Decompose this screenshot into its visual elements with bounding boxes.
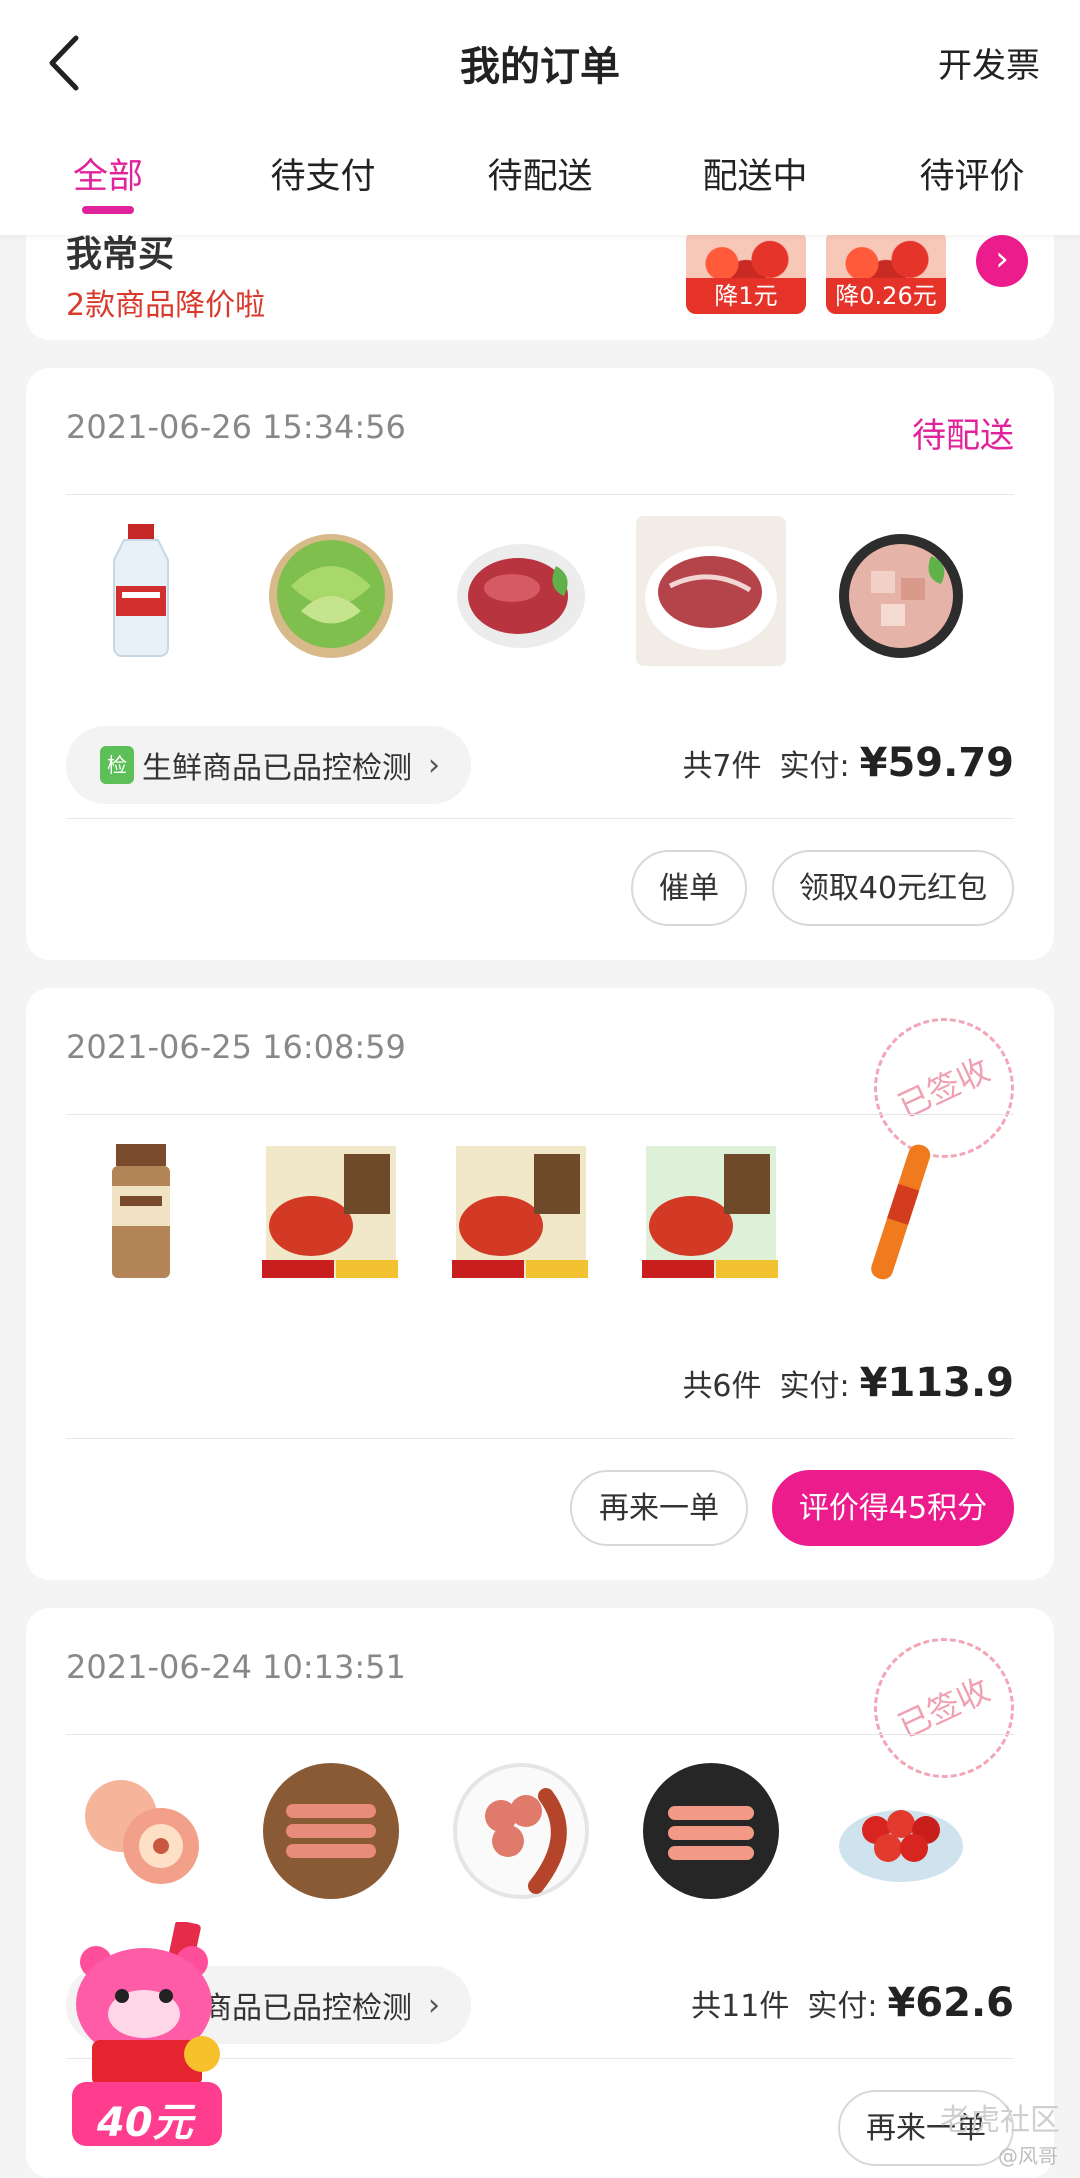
promo-product-tomato-2[interactable]: 降0.26元: [826, 230, 946, 314]
page-title: 我的订单: [460, 44, 620, 90]
top-bar: 我的订单 开发票 全部 待支付 待配送 配送中 待评价: [0, 0, 1080, 235]
paid-label: 实付:: [807, 1989, 878, 2024]
product-pork-cubes: [826, 516, 976, 666]
price-drop-badge: 降1元: [686, 278, 806, 314]
tab-pending-review[interactable]: 待评价: [872, 148, 1072, 199]
tab-active-indicator: [82, 206, 134, 214]
coupon-amount: 40元: [97, 2100, 193, 2146]
product-sliced-sausage: [446, 1756, 596, 1906]
tab-delivering[interactable]: 配送中: [655, 148, 855, 199]
product-lettuce: [256, 516, 406, 666]
order-card[interactable]: 2021-06-25 16:08:59 已签收 共6件 实付: ¥113.9 再…: [26, 988, 1054, 1580]
divider: [66, 1734, 1014, 1735]
tab-all[interactable]: 全部: [8, 148, 208, 214]
product-seasoning-jar: [66, 1136, 216, 1286]
order-date: 2021-06-26 15:34:56: [66, 408, 406, 446]
product-sausages-board: [256, 1756, 406, 1906]
paid-amount: ¥62.6: [887, 1980, 1014, 2026]
divider: [66, 1438, 1014, 1439]
tab-label: 全部: [72, 157, 143, 197]
chevron-right-icon: ›: [428, 1987, 440, 2023]
chevron-right-icon[interactable]: ›: [976, 235, 1028, 287]
chevron-right-icon: ›: [428, 747, 440, 783]
item-count: 共7件: [682, 749, 762, 784]
watermark-text: 老虎社区: [940, 2103, 1060, 2138]
product-cherry-tomatoes: [826, 1756, 976, 1906]
item-count: 共11件: [691, 1989, 790, 2024]
review-for-points-button[interactable]: 评价得45积分: [772, 1470, 1014, 1546]
product-beef-slices: [446, 516, 596, 666]
floating-coupon-mascot[interactable]: 40元: [52, 1920, 252, 2162]
product-thumbnails[interactable]: [66, 1136, 1014, 1306]
order-card[interactable]: 2021-06-26 15:34:56 待配送 检 生鲜商品已品控检测 › 共7…: [26, 368, 1054, 960]
price-drop-badge: 降0.26元: [826, 278, 946, 314]
product-crayfish-box: [636, 1136, 786, 1286]
promo-subtitle: 2款商品降价啦: [66, 288, 266, 323]
tab-label: 待评价: [919, 157, 1025, 197]
quality-check-badge[interactable]: 检 生鲜商品已品控检测 ›: [66, 726, 471, 804]
product-thumbnails[interactable]: [66, 1756, 1014, 1926]
paid-label: 实付:: [779, 749, 850, 784]
quality-check-icon: 检: [100, 746, 134, 784]
promo-product-tomato[interactable]: 降1元: [686, 230, 806, 314]
order-summary: 共11件 实付: ¥62.6: [691, 1980, 1014, 2026]
tab-pending-payment[interactable]: 待支付: [223, 148, 423, 199]
invoice-button[interactable]: 开发票: [938, 38, 1040, 87]
watermark-author: @风哥: [998, 2144, 1058, 2168]
tab-label: 配送中: [702, 157, 808, 197]
product-thumbnails[interactable]: [66, 516, 1014, 686]
divider: [66, 1114, 1014, 1115]
paid-label: 实付:: [779, 1369, 850, 1404]
product-peaches: [66, 1756, 216, 1906]
product-crayfish-box: [446, 1136, 596, 1286]
order-summary: 共6件 实付: ¥113.9: [682, 1360, 1014, 1406]
item-count: 共6件: [682, 1369, 762, 1404]
order-status: 待配送: [912, 416, 1014, 456]
tab-label: 待支付: [270, 157, 376, 197]
divider: [66, 494, 1014, 495]
divider: [66, 818, 1014, 819]
order-tabs: 全部 待支付 待配送 配送中 待评价: [0, 148, 1080, 228]
product-sausages-plate: [636, 1756, 786, 1906]
order-date: 2021-06-24 10:13:51: [66, 1648, 406, 1686]
product-steak: [636, 516, 786, 666]
order-summary: 共7件 实付: ¥59.79: [682, 740, 1014, 786]
claim-red-packet-button[interactable]: 领取40元红包: [772, 850, 1014, 926]
reorder-button[interactable]: 再来一单: [570, 1470, 748, 1546]
tab-pending-delivery[interactable]: 待配送: [440, 148, 640, 199]
paid-amount: ¥59.79: [859, 740, 1014, 786]
order-date: 2021-06-25 16:08:59: [66, 1028, 406, 1066]
tab-label: 待配送: [487, 157, 593, 197]
product-water-bottle: [66, 516, 216, 666]
product-sausage-stick: [826, 1136, 976, 1286]
quality-check-label: 生鲜商品已品控检测: [142, 751, 412, 786]
product-crayfish-box: [256, 1136, 406, 1286]
paid-amount: ¥113.9: [859, 1360, 1014, 1406]
urge-order-button[interactable]: 催单: [631, 850, 747, 926]
